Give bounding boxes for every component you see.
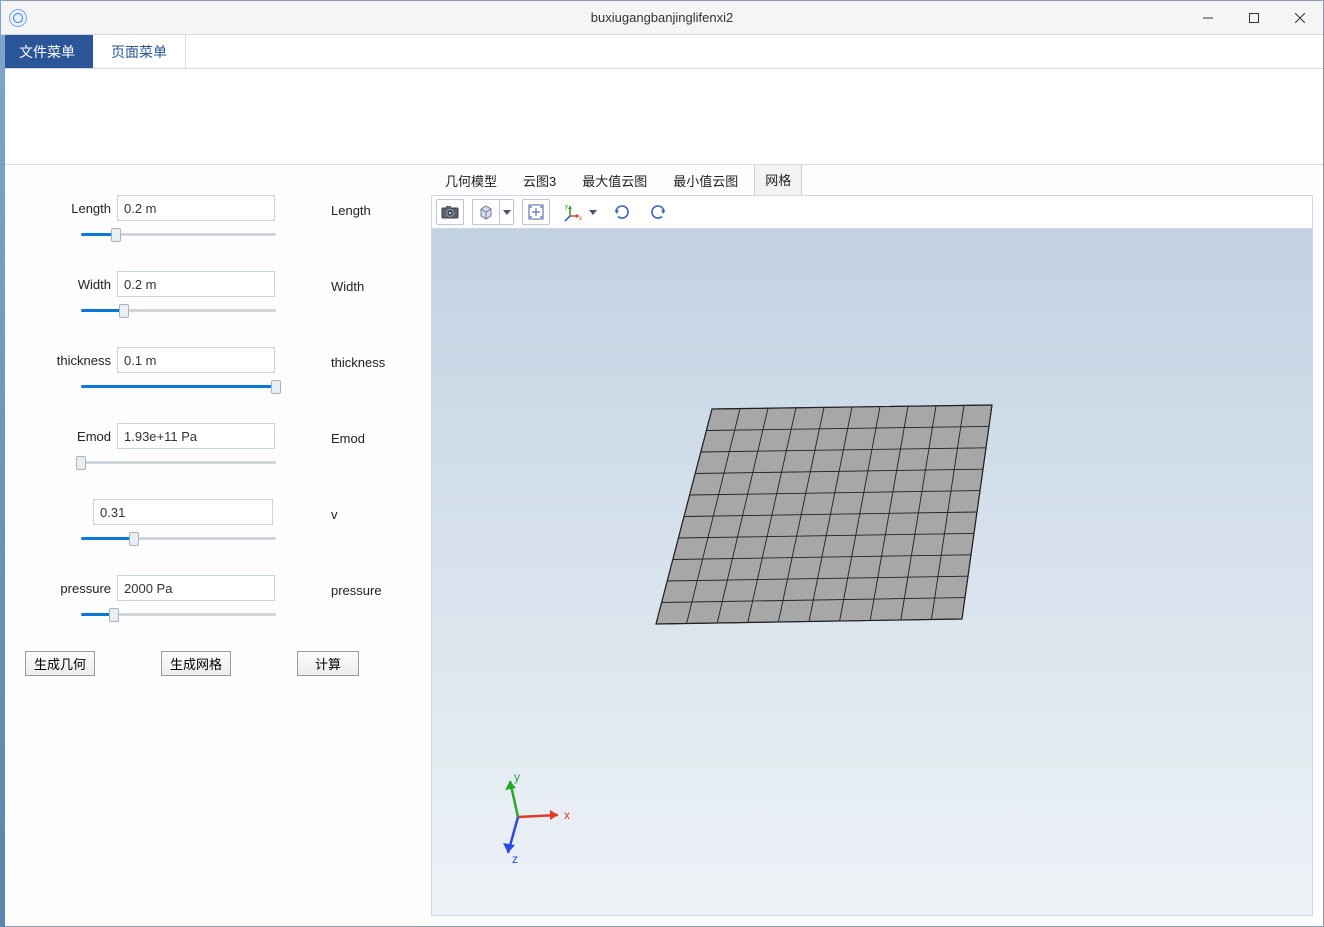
cube-view-dropdown[interactable] <box>500 199 514 225</box>
param-width: Width Width <box>21 271 411 323</box>
rotate-ccw-icon[interactable] <box>644 199 672 225</box>
axis-y-label: y <box>514 773 520 784</box>
ribbon-space <box>1 69 1323 165</box>
param-length-input[interactable] <box>117 195 275 221</box>
minimize-button[interactable] <box>1185 1 1231 34</box>
param-thickness-label: thickness <box>21 353 111 368</box>
axis-dropdown[interactable] <box>586 199 600 225</box>
tab-cloud3[interactable]: 云图3 <box>513 166 566 195</box>
param-width-input[interactable] <box>117 271 275 297</box>
param-length-slider[interactable] <box>81 227 276 243</box>
axis-x-label: x <box>564 808 570 822</box>
close-button[interactable] <box>1277 1 1323 34</box>
axis-z-label: z <box>512 852 518 863</box>
param-pressure-input[interactable] <box>117 575 275 601</box>
generate-geometry-button[interactable]: 生成几何 <box>25 651 95 676</box>
viewer-toolbar: xy <box>431 195 1313 229</box>
cube-view-icon[interactable] <box>472 199 500 225</box>
menu-page[interactable]: 页面菜单 <box>93 35 186 68</box>
axis-icon[interactable]: xy <box>558 199 586 225</box>
application-window: buxiugangbanjinglifenxi2 文件菜单 页面菜单 Lengt… <box>0 0 1324 927</box>
window-controls <box>1185 1 1323 34</box>
svg-text:y: y <box>565 204 568 210</box>
parameters-panel: Length Length Width Width <box>1 165 431 926</box>
param-v-input[interactable] <box>93 499 273 525</box>
param-thickness-input[interactable] <box>117 347 275 373</box>
param-emod-slider[interactable] <box>81 455 276 471</box>
viewer-panel: 几何模型 云图3 最大值云图 最小值云图 网格 <box>431 165 1323 926</box>
fit-view-icon[interactable] <box>522 199 550 225</box>
viewer-tabs: 几何模型 云图3 最大值云图 最小值云图 网格 <box>431 165 1313 195</box>
generate-mesh-button[interactable]: 生成网格 <box>161 651 231 676</box>
window-title: buxiugangbanjinglifenxi2 <box>1 10 1323 25</box>
param-width-label: Width <box>21 277 111 292</box>
action-row: 生成几何 生成网格 计算 <box>21 651 411 676</box>
param-emod: Emod Emod <box>21 423 411 475</box>
param-width-slider[interactable] <box>81 303 276 319</box>
content-area: Length Length Width Width <box>1 165 1323 926</box>
param-pressure-label-right: pressure <box>331 583 382 598</box>
param-v-label-right: v <box>331 507 338 522</box>
param-length: Length Length <box>21 195 411 247</box>
rotate-cw-icon[interactable] <box>608 199 636 225</box>
param-thickness: thickness thickness <box>21 347 411 399</box>
param-pressure-label: pressure <box>21 581 111 596</box>
camera-icon[interactable] <box>436 199 464 225</box>
param-emod-input[interactable] <box>117 423 275 449</box>
axis-triad-icon: x y z <box>486 773 576 863</box>
param-thickness-label-right: thickness <box>331 355 385 370</box>
param-v: v v <box>21 499 411 551</box>
tab-geometry[interactable]: 几何模型 <box>435 166 507 195</box>
param-thickness-slider[interactable] <box>81 379 276 395</box>
param-length-label: Length <box>21 201 111 216</box>
param-pressure-slider[interactable] <box>81 607 276 623</box>
titlebar: buxiugangbanjinglifenxi2 <box>1 1 1323 35</box>
param-width-label-right: Width <box>331 279 364 294</box>
param-v-slider[interactable] <box>81 531 276 547</box>
tab-max-cloud[interactable]: 最大值云图 <box>572 166 657 195</box>
param-pressure: pressure pressure <box>21 575 411 627</box>
mesh-plate <box>432 229 1292 789</box>
param-emod-label: Emod <box>21 429 111 444</box>
app-icon <box>9 9 27 27</box>
viewport-3d[interactable]: x y z <box>431 229 1313 916</box>
param-length-label-right: Length <box>331 203 371 218</box>
tab-mesh[interactable]: 网格 <box>754 165 802 195</box>
compute-button[interactable]: 计算 <box>297 651 359 676</box>
menu-file[interactable]: 文件菜单 <box>1 35 93 68</box>
svg-text:x: x <box>579 216 582 222</box>
maximize-button[interactable] <box>1231 1 1277 34</box>
tab-min-cloud[interactable]: 最小值云图 <box>663 166 748 195</box>
param-emod-label-right: Emod <box>331 431 365 446</box>
menubar: 文件菜单 页面菜单 <box>1 35 1323 69</box>
